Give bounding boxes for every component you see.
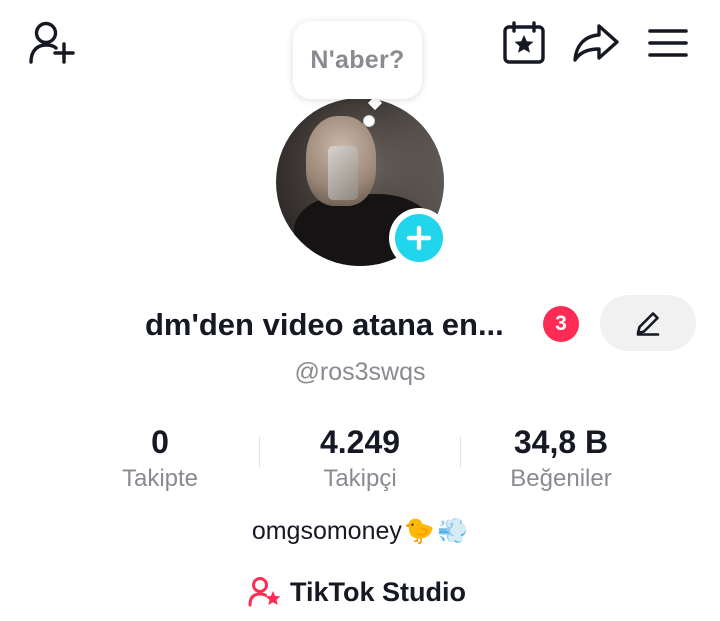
- add-story-circle: [395, 214, 443, 262]
- plus-icon: [406, 225, 432, 251]
- menu-button[interactable]: [640, 18, 696, 68]
- share-arrow-icon: [573, 24, 619, 62]
- share-button[interactable]: [568, 18, 624, 68]
- calendar-button[interactable]: [498, 18, 550, 68]
- tiktok-studio-label: TikTok Studio: [290, 576, 467, 607]
- person-add-icon: [29, 21, 75, 64]
- stat-likes-value: 34,8 B: [513, 424, 609, 460]
- note-bubble-dot: [363, 115, 375, 127]
- stat-likes-label: Beğeniler: [510, 465, 612, 492]
- hamburger-menu-icon: [648, 29, 688, 57]
- add-story-button[interactable]: [389, 208, 449, 268]
- bio-text: omgsomoney: [251, 517, 402, 545]
- username: @ros3swqs: [294, 358, 426, 386]
- pencil-icon: [636, 312, 660, 336]
- add-friend-button[interactable]: [24, 18, 80, 68]
- note-bubble-text: N'aber?: [310, 45, 405, 74]
- chick-emoji-icon: 🐤: [403, 517, 436, 545]
- notification-badge[interactable]: 3: [543, 306, 579, 342]
- bio: omgsomoney 🐤 💨: [0, 512, 720, 550]
- stat-followers-value: 4.249: [319, 424, 401, 460]
- calendar-star-icon: [503, 21, 545, 64]
- tiktok-studio-link[interactable]: TikTok Studio: [248, 572, 466, 612]
- dash-emoji-icon: 💨: [437, 517, 469, 545]
- stat-followers-label: Takipçi: [323, 465, 397, 492]
- stat-followers[interactable]: 4.249 Takipçi: [260, 420, 460, 494]
- note-bubble[interactable]: N'aber?: [293, 21, 422, 99]
- avatar-phone: [328, 146, 358, 200]
- stat-following[interactable]: 0 Takipte: [60, 420, 260, 494]
- stat-following-value: 0: [151, 424, 169, 460]
- display-name: dm'den video atana en...: [145, 307, 504, 342]
- creator-star-icon: [248, 577, 281, 607]
- edit-profile-button[interactable]: [600, 295, 696, 351]
- stat-following-label: Takipte: [121, 465, 199, 492]
- stat-likes[interactable]: 34,8 B Beğeniler: [461, 420, 661, 494]
